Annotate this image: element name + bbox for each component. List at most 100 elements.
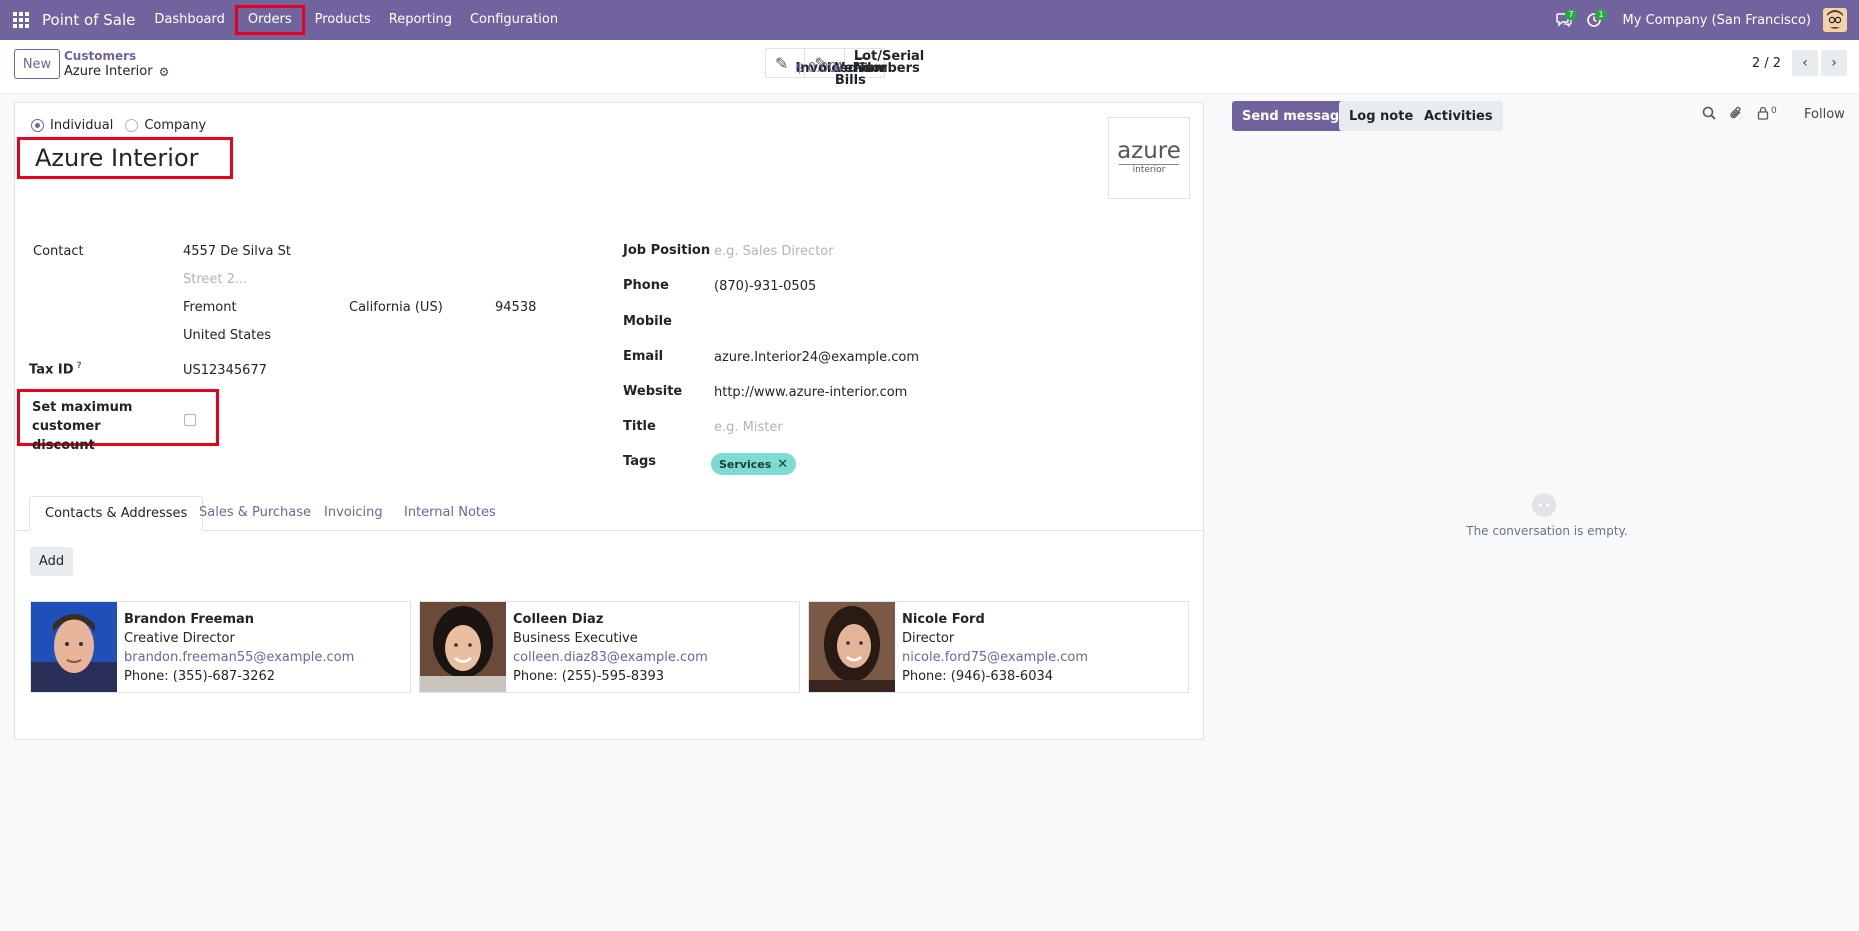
invoiced-smart-button[interactable]: ✎ Invoiced $ 0.00 xyxy=(766,49,857,77)
log-note-button[interactable]: Log note xyxy=(1339,101,1424,131)
contact-phone: Phone: (946)-638-6034 xyxy=(902,669,1054,684)
control-panel: New Customers Azure Interior ⚙ ✎ Invoice… xyxy=(0,40,1859,94)
menu-configuration[interactable]: Configuration xyxy=(462,5,566,35)
email-field[interactable]: azure.Interior24@example.com xyxy=(714,350,919,365)
search-icon[interactable] xyxy=(1702,106,1716,124)
max-discount-section: Set maximum customer discount xyxy=(17,389,219,453)
top-navbar: Point of Sale Dashboard Orders Products … xyxy=(0,0,1859,40)
contact-card[interactable]: Colleen Diaz Business Executive colleen.… xyxy=(419,601,800,693)
company-label[interactable]: Company xyxy=(144,118,206,133)
logo-subtext: interior xyxy=(1119,164,1179,176)
logo-text: azure xyxy=(1117,138,1181,164)
new-button[interactable]: New xyxy=(14,49,60,79)
menu-dashboard[interactable]: Dashboard xyxy=(146,5,233,35)
vendor-bills-value: 4 xyxy=(834,61,844,76)
job-position-label: Job Position xyxy=(623,243,711,258)
website-field[interactable]: http://www.azure-interior.com xyxy=(714,385,907,400)
tab-contacts-addresses[interactable]: Contacts & Addresses xyxy=(29,496,204,531)
edit-icon: ✎ xyxy=(775,53,789,73)
street2-field[interactable]: Street 2... xyxy=(183,272,247,287)
activities-badge: 1 xyxy=(1595,9,1607,20)
contact-email[interactable]: colleen.diaz83@example.com xyxy=(513,648,708,667)
breadcrumb-current: Azure Interior ⚙ xyxy=(64,64,169,79)
partner-name-field[interactable]: Azure Interior xyxy=(17,137,233,179)
title-label: Title xyxy=(623,419,656,434)
email-label: Email xyxy=(623,349,664,364)
form-sheet: Individual Company Azure Interior azure … xyxy=(14,102,1204,740)
menu-reporting[interactable]: Reporting xyxy=(381,5,460,35)
chevron-right-icon[interactable]: › xyxy=(1821,50,1847,76)
close-icon[interactable]: ✕ xyxy=(777,457,788,472)
contact-name: Colleen Diaz xyxy=(513,612,604,627)
taxid-label: Tax ID? xyxy=(29,361,82,377)
contact-name: Nicole Ford xyxy=(902,612,985,627)
lock-icon xyxy=(1757,106,1769,120)
app-brand[interactable]: Point of Sale xyxy=(42,11,135,29)
messages-badge: 7 xyxy=(1565,9,1577,20)
messages-icon[interactable]: 7 xyxy=(1549,0,1579,40)
contact-name: Brandon Freeman xyxy=(124,612,255,627)
chevron-left-icon[interactable]: ‹ xyxy=(1792,50,1818,76)
contact-phone: Phone: (355)-687-3262 xyxy=(124,669,276,684)
contact-card[interactable]: Brandon Freeman Creative Director brando… xyxy=(30,601,411,693)
contact-role: Director xyxy=(902,631,955,646)
phone-field[interactable]: (870)-931-0505 xyxy=(714,279,816,294)
chatter-panel: Send message Log note Activities 0 Follo… xyxy=(1232,100,1852,538)
invoiced-value: $ 0.00 xyxy=(795,61,837,76)
street-field[interactable]: 4557 De Silva St xyxy=(183,244,291,259)
menu-products[interactable]: Products xyxy=(307,5,379,35)
notebook-tabs: Contacts & Addresses Sales & Purchase In… xyxy=(15,494,1203,531)
empty-conversation-text: The conversation is empty. xyxy=(1466,524,1628,538)
company-switcher[interactable]: My Company (San Francisco) xyxy=(1623,13,1811,28)
country-field[interactable]: United States xyxy=(183,328,271,343)
tab-invoicing[interactable]: Invoicing xyxy=(309,496,398,531)
paperclip-icon[interactable] xyxy=(1729,106,1743,124)
activities-clock-icon[interactable]: 1 xyxy=(1579,0,1609,40)
company-radio[interactable] xyxy=(125,119,139,132)
breadcrumb-current-label: Azure Interior xyxy=(64,64,153,79)
tab-internal-notes[interactable]: Internal Notes xyxy=(389,496,511,531)
activities-button[interactable]: Activities xyxy=(1414,101,1503,131)
empty-conversation-icon xyxy=(1532,493,1556,517)
taxid-field[interactable]: US12345677 xyxy=(183,363,267,378)
follow-button[interactable]: Follow xyxy=(1804,107,1845,122)
apps-menu-icon[interactable] xyxy=(0,0,42,40)
help-tooltip-icon[interactable]: ? xyxy=(77,361,82,371)
pager: 2 / 2 ‹ › xyxy=(1752,50,1847,76)
contact-email[interactable]: nicole.ford75@example.com xyxy=(902,648,1088,667)
contact-photo xyxy=(809,602,895,692)
breadcrumb-customers[interactable]: Customers xyxy=(64,49,136,63)
contact-label: Contact xyxy=(33,244,84,259)
followers-button[interactable]: 0 xyxy=(1757,106,1777,120)
gear-icon[interactable]: ⚙ xyxy=(159,65,170,79)
contact-role: Creative Director xyxy=(124,631,235,646)
city-field[interactable]: Fremont xyxy=(183,300,237,315)
title-field[interactable]: e.g. Mister xyxy=(714,420,783,435)
tab-sales-purchase[interactable]: Sales & Purchase xyxy=(184,496,326,531)
contact-card[interactable]: Nicole Ford Director nicole.ford75@examp… xyxy=(808,601,1189,693)
pager-value[interactable]: 2 / 2 xyxy=(1752,56,1781,71)
contact-email[interactable]: brandon.freeman55@example.com xyxy=(124,648,354,667)
contact-role: Business Executive xyxy=(513,631,638,646)
individual-radio[interactable] xyxy=(31,119,44,132)
tags-label: Tags xyxy=(623,454,657,469)
lot-serial-label: Lot/Serial Numbers xyxy=(853,49,925,76)
user-avatar[interactable] xyxy=(1823,8,1847,32)
zip-field[interactable]: 94538 xyxy=(495,300,536,315)
mobile-label: Mobile xyxy=(623,314,672,329)
smart-buttons: ✎ Invoiced $ 0.00 ✎ Vendor Bills 4 ☰ Lot… xyxy=(765,48,924,87)
individual-label[interactable]: Individual xyxy=(50,118,113,133)
max-discount-checkbox[interactable] xyxy=(184,414,196,426)
phone-label: Phone xyxy=(623,278,669,293)
tag-badge[interactable]: Services ✕ xyxy=(711,453,797,475)
partner-logo[interactable]: azure interior xyxy=(1108,117,1190,199)
website-label: Website xyxy=(623,384,683,399)
menu-orders[interactable]: Orders xyxy=(234,5,305,35)
contact-phone: Phone: (255)-595-8393 xyxy=(513,669,665,684)
contact-photo xyxy=(31,602,117,692)
job-position-field[interactable]: e.g. Sales Director xyxy=(714,244,834,259)
state-field[interactable]: California (US) xyxy=(349,300,443,315)
contact-photo xyxy=(420,602,506,692)
add-contact-button[interactable]: Add xyxy=(30,547,73,576)
company-type-selector: Individual Company xyxy=(31,118,218,133)
